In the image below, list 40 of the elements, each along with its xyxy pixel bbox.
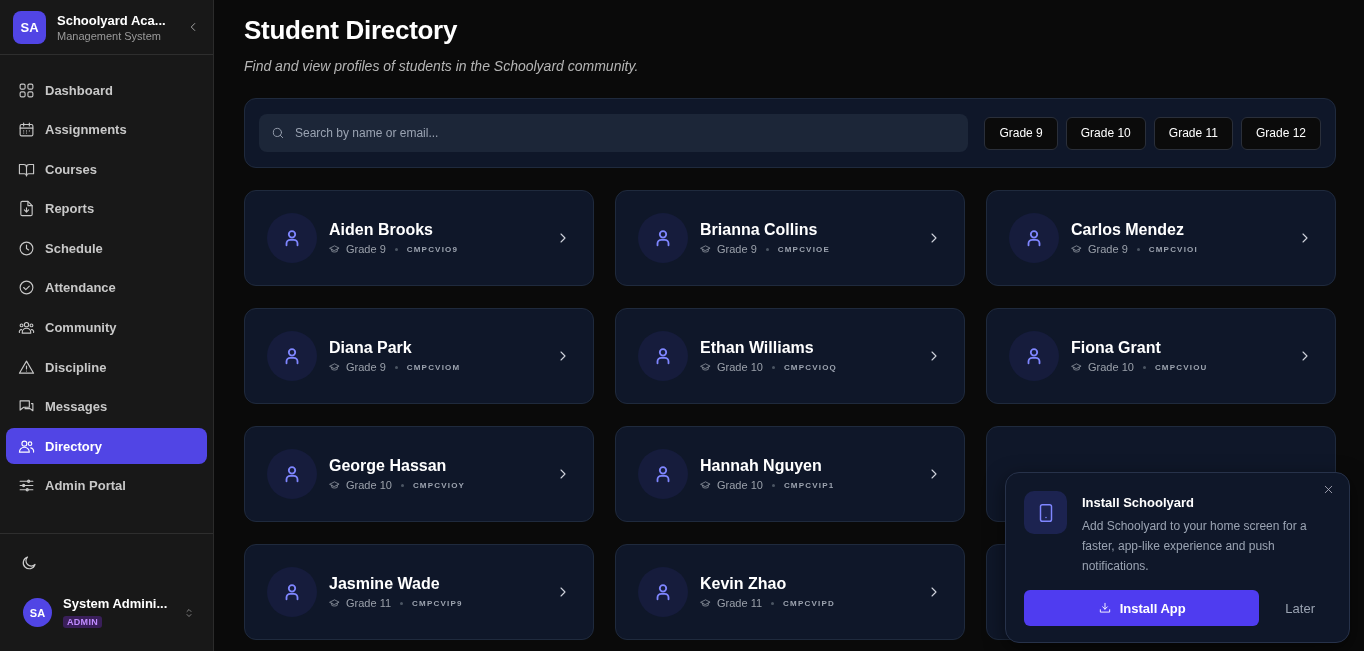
user-avatar: SA bbox=[23, 598, 52, 627]
page-title: Student Directory bbox=[244, 15, 459, 46]
student-id: CMPCVIOM bbox=[406, 362, 461, 372]
student-id: CMPCVIP9 bbox=[412, 598, 463, 608]
grade-label: Grade 10 bbox=[346, 479, 392, 491]
student-id: CMPCVIO9 bbox=[406, 244, 459, 254]
popup-title: Install Schoolyard bbox=[1082, 495, 1195, 510]
student-id: CMPCVIOI bbox=[1148, 244, 1198, 254]
grade-label: Grade 9 bbox=[1088, 243, 1128, 255]
student-id: CMPCVIP1 bbox=[783, 480, 835, 490]
grade-label: Grade 10 bbox=[717, 479, 763, 491]
student-id: CMPCVIOU bbox=[1154, 362, 1208, 372]
student-name: Hannah Nguyen bbox=[700, 457, 823, 475]
student-name: Brianna Collins bbox=[700, 221, 819, 239]
student-name: Jasmine Wade bbox=[329, 575, 441, 593]
student-name: Ethan Williams bbox=[700, 339, 815, 357]
student-name: Aiden Brooks bbox=[329, 221, 434, 239]
grade-label: Grade 9 bbox=[346, 243, 386, 255]
student-id: CMPCVIOY bbox=[412, 480, 466, 490]
app-logo: SA bbox=[13, 10, 46, 44]
app-subtitle: Management System bbox=[57, 29, 162, 42]
grade-label: Grade 9 bbox=[717, 243, 757, 255]
student-name: Fiona Grant bbox=[1071, 339, 1162, 357]
student-id: CMPCVIOE bbox=[777, 244, 831, 254]
grade-label: Grade 10 bbox=[1088, 361, 1134, 373]
role-badge: ADMIN bbox=[63, 616, 102, 628]
grade-label: Grade 11 bbox=[717, 597, 763, 609]
student-name: Carlos Mendez bbox=[1071, 221, 1185, 239]
grade-label: Grade 10 bbox=[717, 361, 763, 373]
app-name: Schoolyard Aca... bbox=[57, 12, 167, 28]
student-name: Diana Park bbox=[329, 339, 413, 357]
student-id: CMPCVIOQ bbox=[783, 362, 838, 372]
student-name: George Hassan bbox=[329, 457, 448, 475]
student-id: CMPCVIPD bbox=[783, 598, 835, 608]
page-subtitle: Find and view profiles of students in the Schoolyard community. bbox=[244, 58, 640, 74]
user-name: System Admini... bbox=[63, 596, 169, 611]
grade-label: Grade 11 bbox=[346, 597, 392, 609]
grade-label: Grade 9 bbox=[346, 361, 386, 373]
popup-text: Add Schoolyard to your home screen for a faster, app-like experience and push notifications. bbox=[1082, 518, 1308, 575]
student-name: Kevin Zhao bbox=[700, 575, 788, 593]
